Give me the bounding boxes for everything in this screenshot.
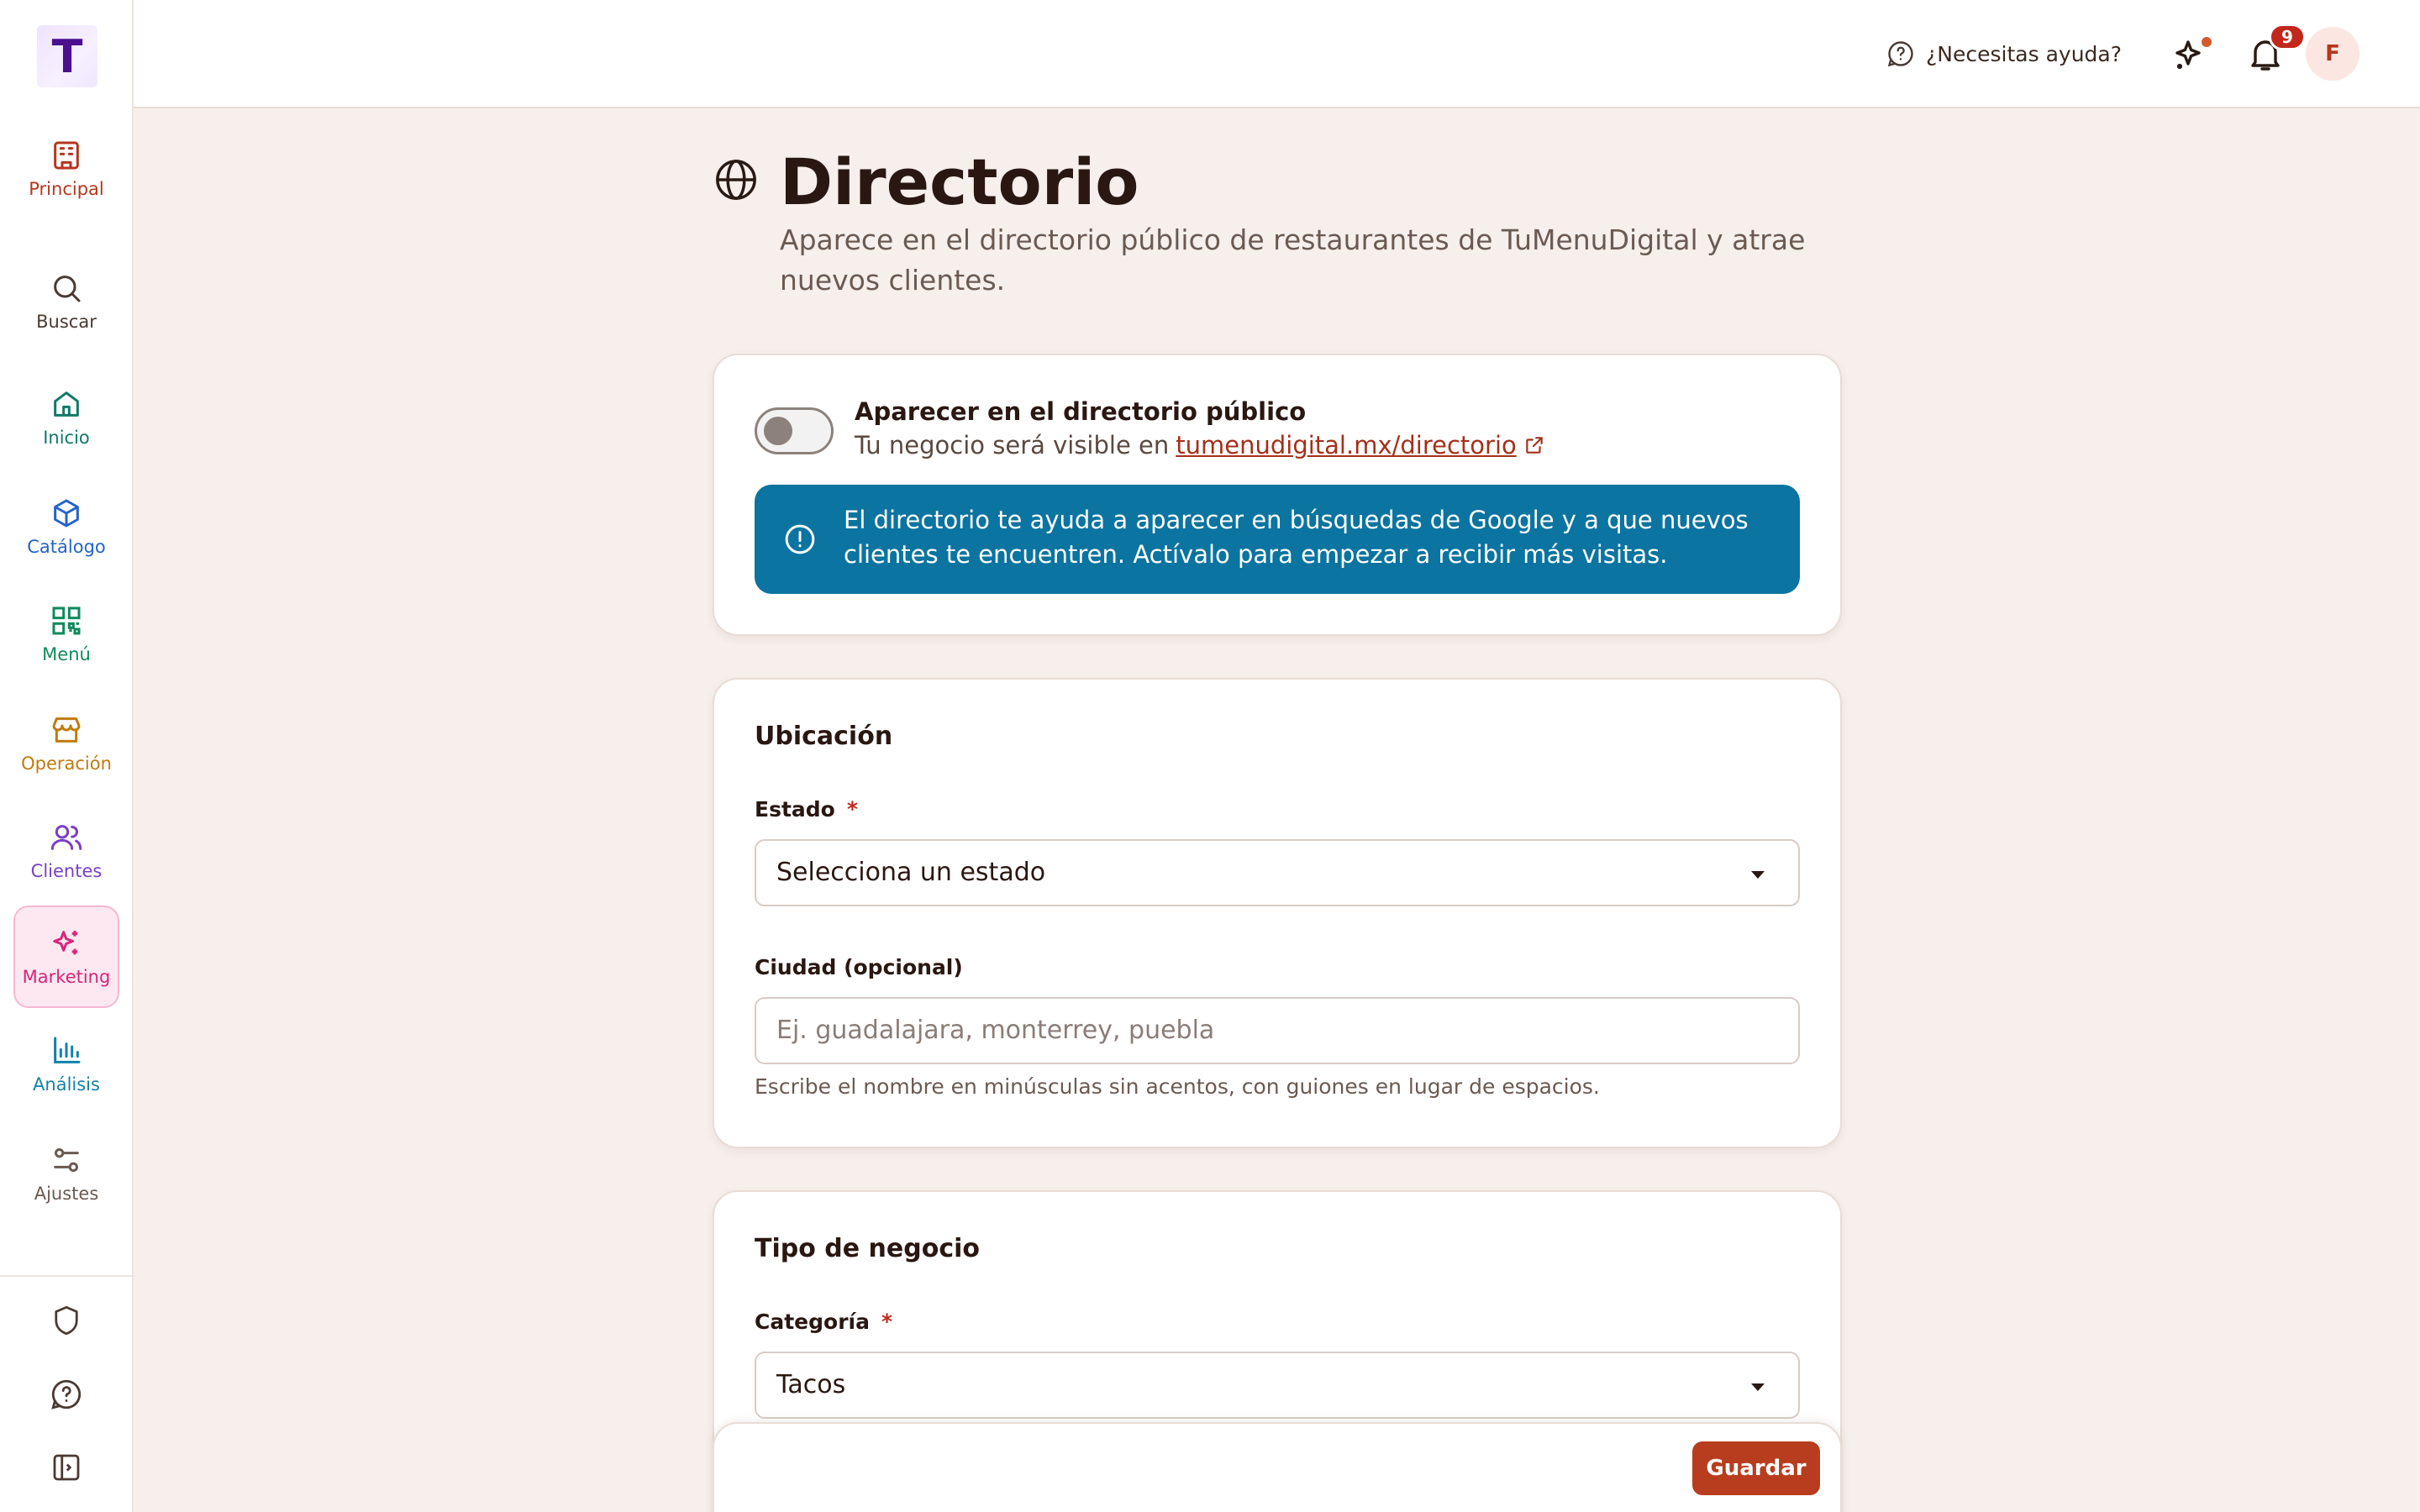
building-icon — [54, 141, 79, 170]
globe-icon — [716, 160, 756, 200]
business-section-title: Tipo de negocio — [755, 1234, 981, 1263]
users-icon — [50, 825, 82, 850]
location-card: Ubicación Estado * Selecciona un estado C… — [713, 678, 1842, 1148]
help-label: ¿Necesitas ayuda? — [1926, 41, 2122, 66]
sidebar-item-inicio[interactable]: Inicio — [13, 366, 119, 469]
sidebar-item-label: Menú — [42, 644, 91, 664]
required-marker: * — [846, 797, 858, 822]
notifications-badge: 9 — [2269, 24, 2306, 50]
toggle-knob — [764, 417, 792, 445]
sidebar-item-label: Operación — [21, 753, 112, 774]
page-title: Directorio — [780, 144, 1139, 219]
info-circle-icon — [785, 524, 815, 554]
cube-icon — [54, 499, 79, 528]
sidebar-item-label: Inicio — [43, 428, 90, 448]
store-icon — [52, 717, 81, 743]
sidebar-item-marketing[interactable]: Marketing — [13, 906, 119, 1008]
sidebar-item-analisis[interactable]: Análisis — [13, 1013, 119, 1116]
city-input-placeholder: Ej. guadalajara, monterrey, puebla — [776, 1016, 1215, 1045]
city-input[interactable]: Ej. guadalajara, monterrey, puebla — [755, 997, 1800, 1064]
home-icon — [54, 391, 79, 417]
sidebar-item-ajustes[interactable]: Ajustes — [13, 1122, 119, 1225]
sparkles-icon — [53, 931, 78, 955]
sidebar-item-menu[interactable]: Menú — [13, 583, 119, 685]
visibility-card: Aparecer en el directorio público Tu neg… — [713, 354, 1842, 636]
info-banner-text: El directorio te ayuda a aparecer en bús… — [844, 506, 1749, 569]
privacy-shield-button[interactable] — [49, 1303, 84, 1338]
support-button[interactable] — [49, 1377, 84, 1412]
qr-code-icon — [52, 606, 81, 635]
help-chat-icon — [51, 1379, 82, 1410]
state-label-text: Estado — [755, 797, 835, 822]
sidebar: T Principal Buscar Inicio Catálogo Menú … — [0, 0, 134, 1512]
sidebar-item-catalogo[interactable]: Catálogo — [13, 475, 119, 578]
state-field-label: Estado * — [755, 797, 858, 822]
settings-sliders-icon — [54, 1148, 79, 1172]
required-marker: * — [881, 1310, 893, 1334]
directory-link[interactable]: tumenudigital.mx/directorio — [1176, 431, 1517, 459]
help-circle-icon — [1887, 41, 1913, 67]
category-label-text: Categoría — [755, 1310, 870, 1334]
save-bar: Guardar — [713, 1422, 1842, 1512]
directory-visibility-toggle[interactable] — [755, 407, 834, 454]
save-button[interactable]: Guardar — [1692, 1441, 1820, 1495]
city-field-label: Ciudad (opcional) — [755, 955, 963, 979]
whats-new-button[interactable] — [2171, 34, 2213, 74]
state-select-value: Selecciona un estado — [776, 858, 1046, 887]
sidebar-item-operacion[interactable]: Operación — [13, 692, 119, 795]
search-icon — [54, 276, 81, 302]
sidebar-item-label: Clientes — [30, 861, 103, 881]
help-link[interactable]: ¿Necesitas ayuda? — [1886, 35, 2122, 72]
visibility-subtitle: Tu negocio será visible en tumenudigital… — [855, 431, 1545, 459]
sidebar-item-clientes[interactable]: Clientes — [13, 800, 119, 902]
caret-down-icon — [1751, 1383, 1765, 1391]
category-select-value: Tacos — [776, 1370, 846, 1399]
sidebar-divider — [0, 1275, 132, 1277]
app-logo[interactable]: T — [37, 25, 97, 87]
category-select[interactable]: Tacos — [755, 1352, 1800, 1419]
sidebar-item-label: Marketing — [22, 967, 111, 987]
state-select[interactable]: Selecciona un estado — [755, 839, 1800, 906]
visibility-subtitle-prefix: Tu negocio será visible en — [855, 431, 1170, 459]
location-section-title: Ubicación — [755, 722, 893, 751]
category-field-label: Categoría * — [755, 1310, 892, 1334]
page-subtitle: Aparece en el directorio público de rest… — [780, 223, 1806, 297]
expand-sidebar-button[interactable] — [49, 1450, 84, 1485]
external-link-icon[interactable] — [1523, 434, 1545, 456]
sidebar-item-principal[interactable]: Principal — [13, 118, 119, 220]
user-avatar[interactable]: F — [2306, 27, 2360, 81]
notifications-button[interactable]: 9 — [2245, 24, 2306, 74]
caret-down-icon — [1751, 871, 1765, 879]
city-hint: Escribe el nombre en minúsculas sin acen… — [755, 1074, 1600, 1099]
new-indicator-dot — [2200, 35, 2213, 49]
bar-chart-icon — [54, 1037, 81, 1063]
info-banner: El directorio te ayuda a aparecer en bús… — [755, 485, 1800, 594]
sidebar-item-label: Catálogo — [27, 537, 106, 557]
sidebar-item-label: Análisis — [33, 1074, 100, 1095]
visibility-title: Aparecer en el directorio público — [855, 397, 1307, 426]
sidebar-expand-icon — [53, 1454, 80, 1481]
sidebar-item-label: Buscar — [36, 312, 97, 332]
shield-icon — [55, 1305, 78, 1336]
sidebar-item-buscar[interactable]: Buscar — [13, 250, 119, 353]
sidebar-item-label: Ajustes — [34, 1184, 99, 1204]
sidebar-item-label: Principal — [29, 179, 104, 199]
top-bar: ¿Necesitas ayuda? 9 F — [134, 0, 2420, 108]
